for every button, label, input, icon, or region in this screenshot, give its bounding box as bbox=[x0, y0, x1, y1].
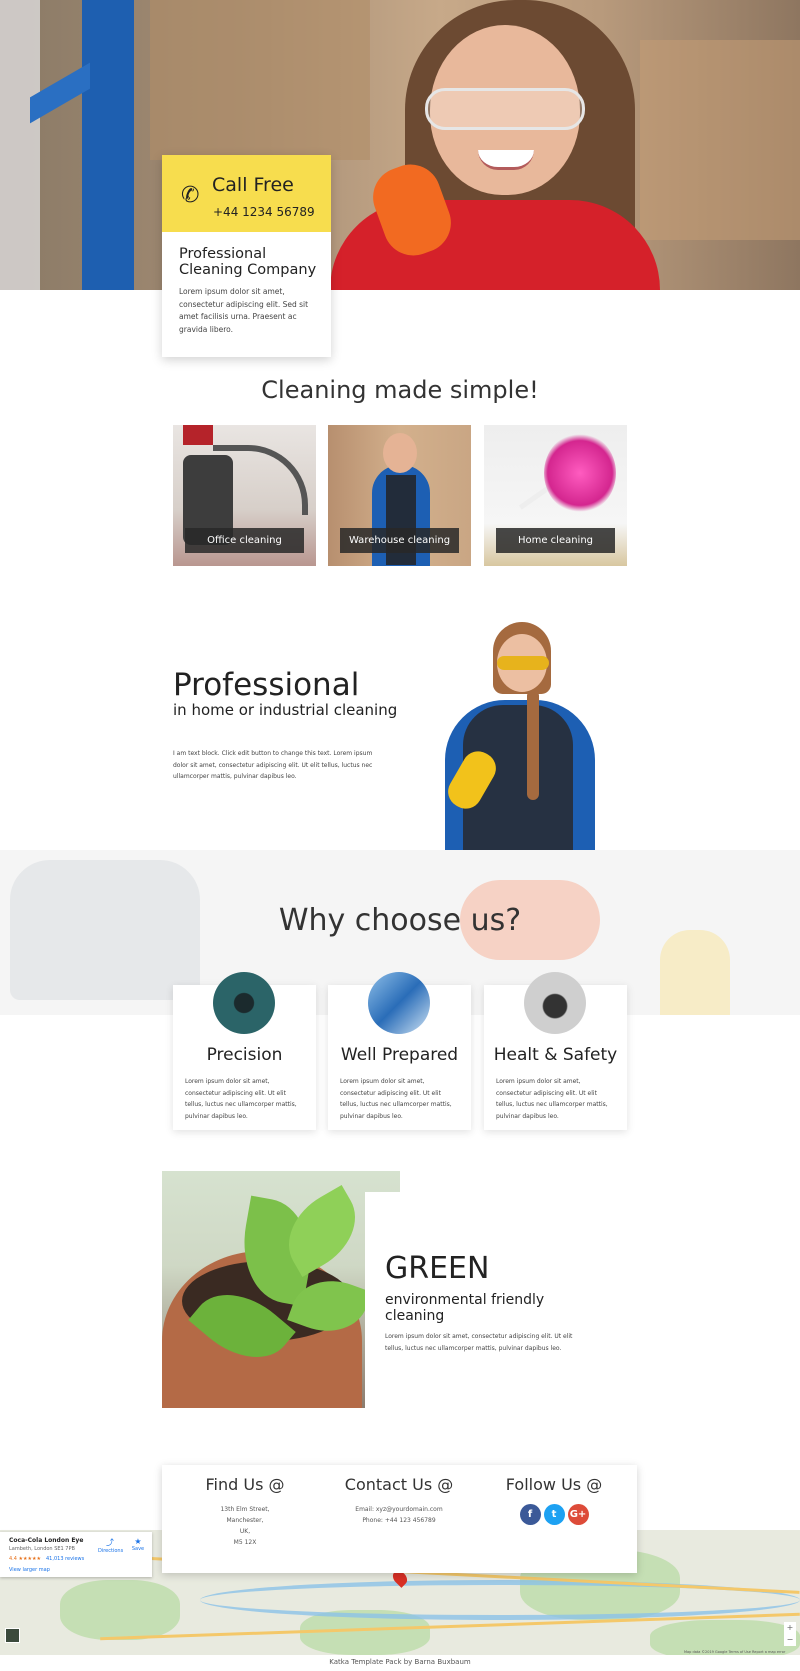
vacuum-hose bbox=[213, 445, 308, 515]
feature-card-prepared: Well Prepared Lorem ipsum dolor sit amet… bbox=[328, 972, 471, 1130]
cleaner-image bbox=[425, 620, 600, 850]
map-place-name: Coca-Cola London Eye bbox=[9, 1537, 84, 1544]
directions-icon: ⤴ bbox=[106, 1538, 114, 1547]
call-phone-number[interactable]: +44 1234 56789 bbox=[213, 205, 315, 219]
feature-card-precision: Precision Lorem ipsum dolor sit amet, co… bbox=[173, 972, 316, 1130]
map-rating: 4.4 ★★★★★ bbox=[9, 1556, 41, 1562]
contact-us-column: Contact Us @ Email: xyz@yourdomain.com P… bbox=[324, 1465, 474, 1526]
address-line: Manchester, bbox=[226, 1517, 264, 1524]
company-description: Lorem ipsum dolor sit amet, consectetur … bbox=[179, 287, 309, 334]
company-name: Professional Cleaning Company bbox=[179, 246, 317, 278]
hero-wrap-bg bbox=[0, 0, 40, 290]
duster-image bbox=[544, 433, 616, 513]
cleaner-goggles bbox=[497, 656, 549, 670]
map-park bbox=[60, 1580, 180, 1640]
feature-description: Lorem ipsum dolor sit amet, consectetur … bbox=[496, 1078, 608, 1120]
google-plus-icon[interactable]: G+ bbox=[567, 1504, 589, 1525]
service-label[interactable]: Warehouse cleaning bbox=[340, 528, 459, 553]
service-card-warehouse[interactable]: Warehouse cleaning bbox=[328, 425, 471, 566]
view-larger-map-link[interactable]: View larger map bbox=[9, 1567, 50, 1573]
green-description: Lorem ipsum dolor sit amet, consectetur … bbox=[385, 1333, 573, 1352]
worker-head bbox=[383, 433, 417, 473]
service-label[interactable]: Office cleaning bbox=[185, 528, 304, 553]
address-line: 13th Elm Street, bbox=[220, 1506, 270, 1513]
contact-us-title: Contact Us @ bbox=[344, 1475, 454, 1494]
green-title: GREEN bbox=[385, 1251, 490, 1286]
professional-title: Professional bbox=[173, 667, 360, 703]
hero-boxes-right bbox=[640, 40, 800, 240]
call-title: Call Free bbox=[212, 174, 294, 196]
phone-icon: ✆ bbox=[181, 183, 200, 208]
service-label[interactable]: Home cleaning bbox=[496, 528, 615, 553]
sponge-glove-icon bbox=[524, 972, 586, 1034]
feature-title: Precision bbox=[206, 1045, 283, 1065]
cleaner-braid bbox=[527, 690, 539, 800]
find-us-title: Find Us @ bbox=[205, 1475, 285, 1494]
professional-description: I am text block. Click edit button to ch… bbox=[173, 750, 373, 780]
service-card-home[interactable]: Home cleaning bbox=[484, 425, 627, 566]
contact-card: Find Us @ 13th Elm Street, Manchester, U… bbox=[162, 1465, 637, 1573]
feature-title: Healt & Safety bbox=[493, 1045, 618, 1065]
map-place-card: Coca-Cola London Eye Lambeth, London SE1… bbox=[0, 1532, 152, 1577]
save-button[interactable]: ★ Save bbox=[128, 1537, 148, 1552]
feature-description: Lorem ipsum dolor sit amet, consectetur … bbox=[340, 1078, 452, 1120]
call-card: ✆ Call Free +44 1234 56789 Professional … bbox=[162, 155, 331, 357]
vacuum-nozzle-icon bbox=[213, 972, 275, 1034]
map-reviews-link[interactable]: 41,013 reviews bbox=[46, 1556, 84, 1562]
zoom-out-button[interactable]: − bbox=[784, 1634, 796, 1646]
call-banner[interactable]: ✆ Call Free +44 1234 56789 bbox=[162, 155, 331, 232]
map-attribution: Map data ©2019 Google Terms of Use Repor… bbox=[684, 1650, 786, 1654]
follow-us-column: Follow Us @ f t G+ bbox=[479, 1465, 629, 1525]
hero-boxes bbox=[150, 0, 370, 160]
map-zoom-control[interactable]: + − bbox=[784, 1622, 796, 1646]
professional-subtitle: in home or industrial cleaning bbox=[173, 701, 398, 719]
map-place-address: Lambeth, London SE1 7PB bbox=[9, 1546, 75, 1552]
window-cleaner-icon bbox=[368, 972, 430, 1034]
find-us-column: Find Us @ 13th Elm Street, Manchester, U… bbox=[170, 1465, 320, 1548]
feature-title: Well Prepared bbox=[340, 1045, 459, 1065]
facebook-icon[interactable]: f bbox=[519, 1504, 541, 1525]
service-card-office[interactable]: Office cleaning bbox=[173, 425, 316, 566]
why-title: Why choose us? bbox=[278, 903, 522, 938]
feature-description: Lorem ipsum dolor sit amet, consectetur … bbox=[185, 1078, 297, 1120]
address-line: M5 12X bbox=[233, 1539, 257, 1546]
feature-card-safety: Healt & Safety Lorem ipsum dolor sit ame… bbox=[484, 972, 627, 1130]
save-label: Save bbox=[131, 1546, 145, 1552]
map-satellite-toggle[interactable] bbox=[5, 1628, 20, 1643]
social-links: f t G+ bbox=[479, 1504, 629, 1525]
hero-image bbox=[0, 0, 800, 290]
footer-credit: Katka Template Pack by Barna Buxbaum bbox=[329, 1658, 471, 1666]
bottle-image bbox=[660, 930, 730, 1015]
zoom-in-button[interactable]: + bbox=[784, 1622, 796, 1634]
address-line: UK, bbox=[239, 1528, 251, 1535]
twitter-icon[interactable]: t bbox=[543, 1504, 565, 1525]
follow-us-title: Follow Us @ bbox=[505, 1475, 603, 1494]
hero-goggles bbox=[425, 88, 585, 130]
hero-shelf bbox=[82, 0, 134, 290]
email-link[interactable]: Email: xyz@yourdomain.com bbox=[324, 1504, 474, 1515]
directions-label: Directions bbox=[98, 1548, 124, 1554]
phone-link[interactable]: Phone: +44 123 456789 bbox=[324, 1515, 474, 1526]
vacuum-lid bbox=[183, 425, 213, 445]
directions-button[interactable]: ⤴ Directions bbox=[98, 1537, 124, 1554]
green-subtitle: environmental friendly cleaning bbox=[385, 1292, 545, 1324]
star-icon: ★ bbox=[134, 1537, 142, 1546]
services-title: Cleaning made simple! bbox=[261, 376, 539, 404]
